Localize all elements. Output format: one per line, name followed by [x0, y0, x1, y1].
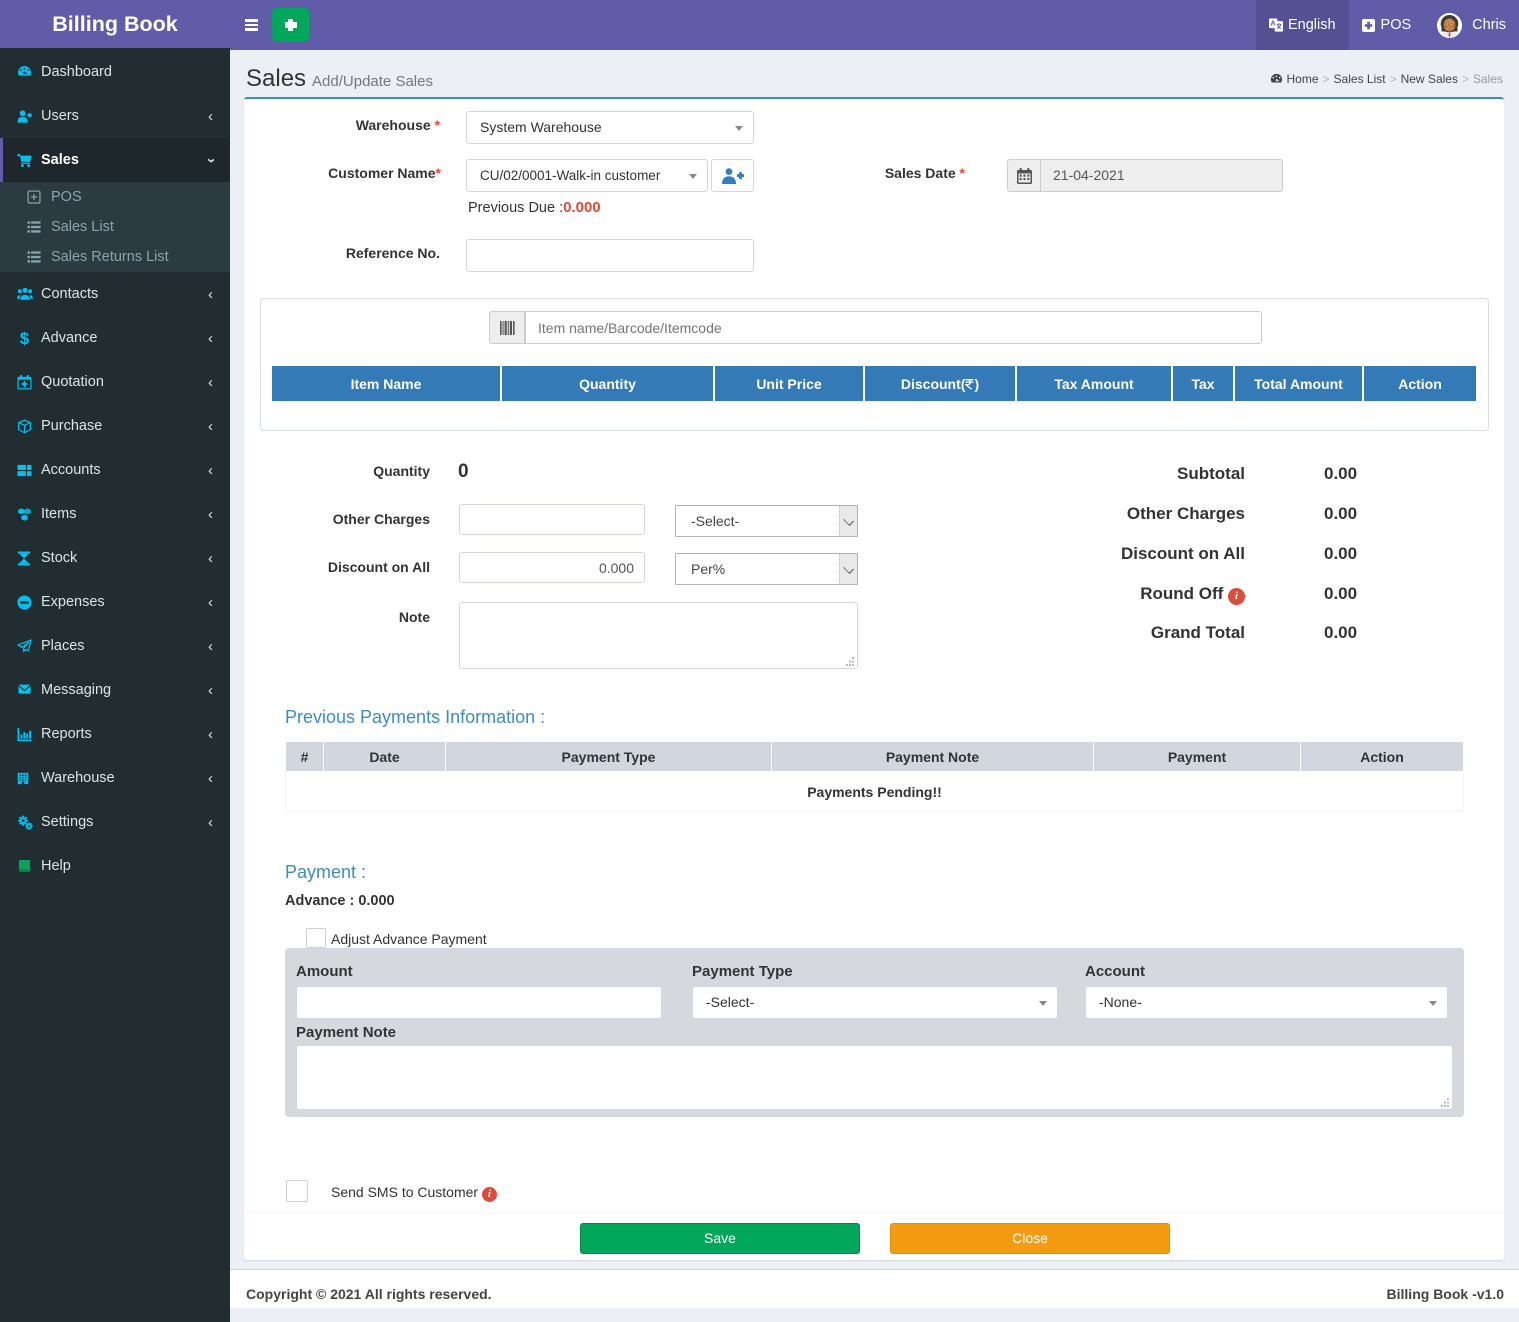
svg-text:A: A: [1270, 19, 1276, 28]
